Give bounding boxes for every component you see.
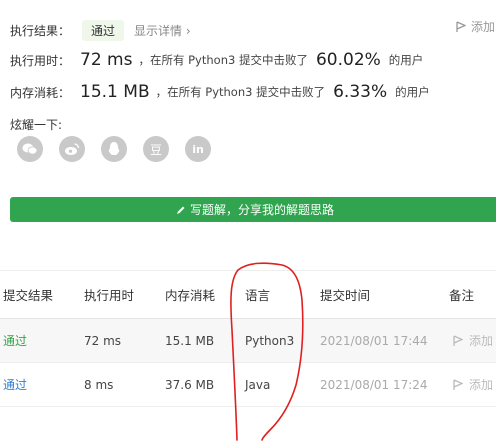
header-memory: 内存消耗 <box>165 288 216 303</box>
show-details-link[interactable]: 显示详情 › <box>134 22 191 39</box>
table-header: 提交结果 执行用时 内存消耗 语言 提交时间 备注 <box>0 270 496 319</box>
table-row: 通过 72 ms 15.1 MB Python3 2021/08/01 17:4… <box>0 319 496 363</box>
memory-suffix: 的用户 <box>395 85 430 99</box>
flag-icon <box>456 20 466 32</box>
header-language: 语言 <box>245 288 271 303</box>
row-memory: 37.6 MB <box>165 377 215 392</box>
row-result-link[interactable]: 通过 <box>3 332 27 349</box>
memory-value: 15.1 MB <box>80 82 150 102</box>
pencil-icon <box>176 206 185 214</box>
row-result-link[interactable]: 通过 <box>3 376 27 393</box>
row-language: Python3 <box>245 333 295 348</box>
share-icons: 豆 in <box>17 136 211 162</box>
memory-percent: 6.33% <box>333 82 388 102</box>
row-add-note-button[interactable]: 添加 <box>453 376 493 393</box>
linkedin-glyph: in <box>192 142 204 156</box>
memory-label: 内存消耗： <box>10 85 71 100</box>
memory-text: ，在所有 Python3 提交中击败了 <box>155 85 326 99</box>
result-badge: 通过 <box>82 20 125 41</box>
row-time: 2021/08/01 17:44 <box>320 333 428 348</box>
add-note-label: 添加 <box>471 20 496 34</box>
wechat-icon[interactable] <box>17 136 43 162</box>
header-result: 提交结果 <box>3 288 54 303</box>
runtime-percent: 60.02% <box>315 50 381 70</box>
share-title: 炫耀一下: <box>10 118 63 132</box>
write-solution-button[interactable]: 写题解，分享我的解题思路 <box>10 197 496 222</box>
header-time: 提交时间 <box>320 288 371 303</box>
result-label: 执行结果： <box>10 24 71 38</box>
row-runtime: 8 ms <box>84 377 114 392</box>
header-runtime: 执行用时 <box>84 288 135 303</box>
douban-icon[interactable]: 豆 <box>143 136 169 162</box>
flag-icon <box>453 334 463 346</box>
write-solution-label: 写题解，分享我的解题思路 <box>189 203 334 217</box>
row-language: Java <box>245 377 271 392</box>
flag-icon <box>453 378 463 390</box>
runtime-stats: 执行用时： 72 ms ，在所有 Python3 提交中击败了 60.02% 的… <box>10 50 423 70</box>
runtime-suffix: 的用户 <box>388 53 424 67</box>
qq-icon[interactable] <box>101 136 127 162</box>
weibo-icon[interactable] <box>59 136 85 162</box>
linkedin-icon[interactable]: in <box>185 136 211 162</box>
runtime-text: ，在所有 Python3 提交中击败了 <box>138 53 308 67</box>
runtime-label: 执行用时： <box>10 53 71 68</box>
row-memory: 15.1 MB <box>165 333 215 348</box>
row-add-note-label: 添加 <box>469 334 494 348</box>
row-runtime: 72 ms <box>84 333 122 348</box>
row-time: 2021/08/01 17:24 <box>320 377 428 392</box>
result-summary: 执行结果： 通过 显示详情 › <box>10 20 191 41</box>
add-note-button-top[interactable]: 添加 <box>456 18 495 35</box>
table-row: 通过 8 ms 37.6 MB Java 2021/08/01 17:24 添加 <box>0 363 496 407</box>
douban-glyph: 豆 <box>149 142 162 157</box>
memory-stats: 内存消耗： 15.1 MB ，在所有 Python3 提交中击败了 6.33% … <box>10 82 430 102</box>
row-add-note-button[interactable]: 添加 <box>453 332 493 349</box>
row-add-note-label: 添加 <box>469 378 494 392</box>
submissions-table: 提交结果 执行用时 内存消耗 语言 提交时间 备注 通过 72 ms 15.1 … <box>0 270 496 407</box>
runtime-value: 72 ms <box>80 50 133 70</box>
header-note: 备注 <box>449 288 475 303</box>
